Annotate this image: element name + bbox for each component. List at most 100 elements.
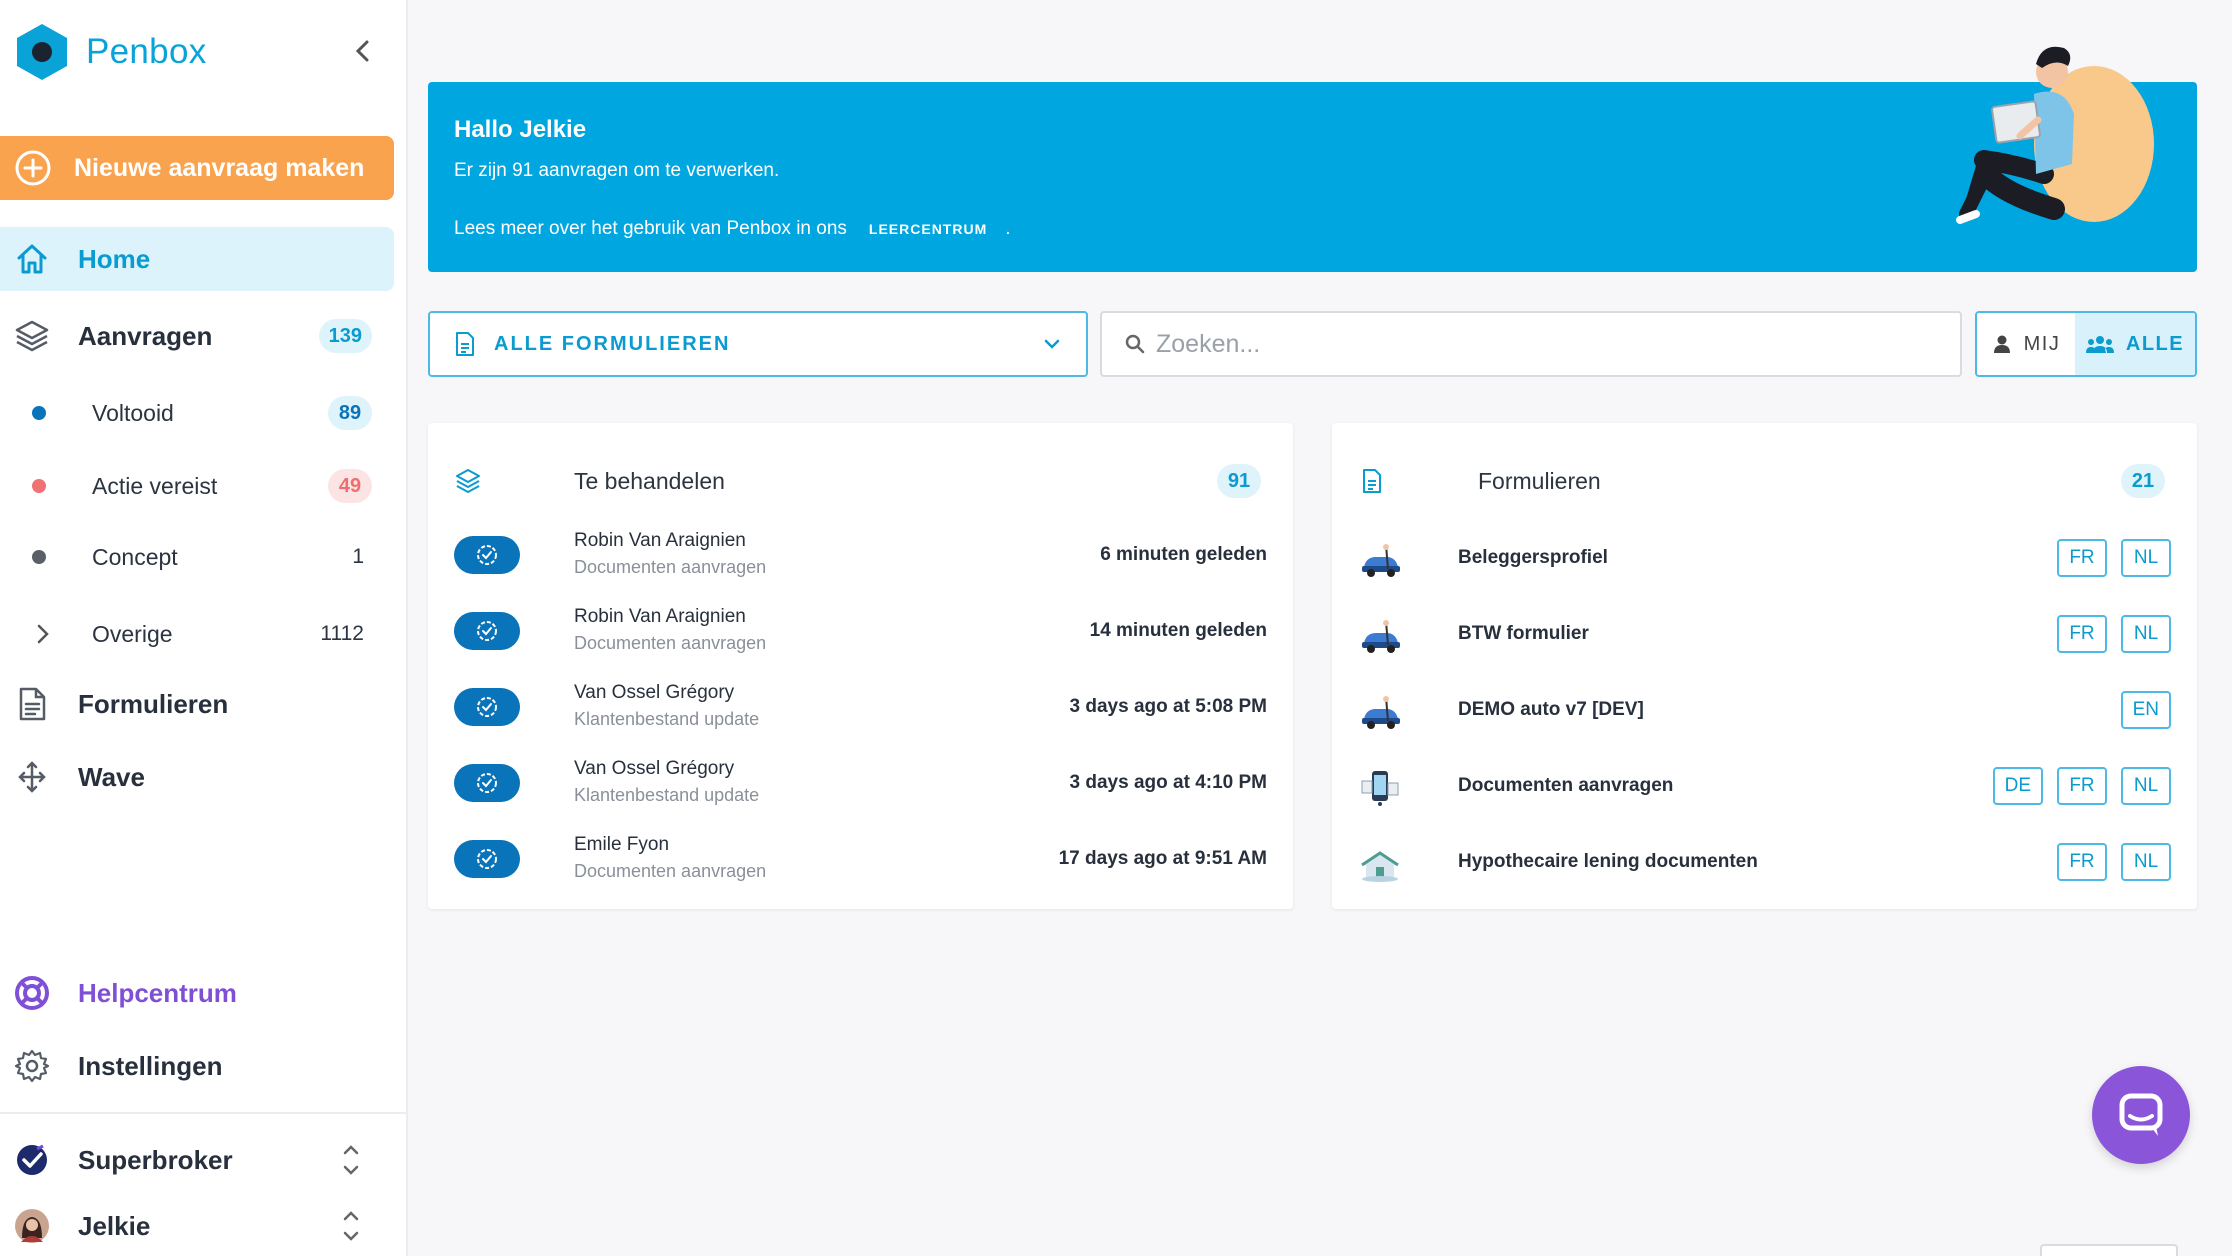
count-badge: 49	[328, 469, 372, 503]
new-request-button[interactable]: Nieuwe aanvraag maken	[0, 136, 394, 200]
nav-requests[interactable]: Aanvragen 139	[0, 306, 394, 366]
form-title[interactable]: Documenten aanvragen	[1458, 775, 1673, 797]
sidebar-divider	[0, 1112, 408, 1114]
to-handle-header: Te behandelen 91	[454, 457, 1261, 505]
learn-more-text: Lees meer over het gebruik van Penbox in…	[454, 218, 1011, 240]
form-name: Documenten aanvragen	[574, 633, 767, 653]
toggle-me[interactable]: MIJ	[1977, 313, 2075, 375]
status-check-icon	[454, 840, 520, 878]
list-item: Beleggersprofiel FR NL	[1358, 529, 2171, 589]
sidebar-item-overige[interactable]: Overige 1112	[0, 604, 394, 664]
lang-button-nl[interactable]: NL	[2121, 767, 2171, 805]
status-dot-action-required	[32, 479, 46, 493]
form-title[interactable]: BTW formulier	[1458, 623, 1589, 645]
language-buttons: FR NL	[2057, 539, 2171, 577]
greeting: Hallo Jelkie	[454, 116, 587, 143]
requester-name: Emile Fyon	[574, 834, 670, 855]
bottom-edge-tab[interactable]	[2040, 1244, 2178, 1256]
document-icon	[456, 332, 474, 356]
user-switcher[interactable]: Jelkie	[0, 1196, 394, 1256]
sidebar-item-voltooid[interactable]: Voltooid 89	[0, 383, 394, 443]
lang-button-nl[interactable]: NL	[2121, 843, 2171, 881]
nav-wave[interactable]: Wave	[0, 747, 394, 807]
learning-center-link[interactable]: LEERCENTRUM	[869, 221, 987, 237]
penbox-logo-icon	[17, 24, 67, 80]
requester-name: Robin Van Araignien	[574, 606, 746, 627]
lifebuoy-icon	[14, 975, 50, 1011]
list-item: Documenten aanvragen DE FR NL	[1358, 757, 2171, 817]
language-buttons: FR NL	[2057, 615, 2171, 653]
toggle-all-label: ALLE	[2125, 332, 2185, 355]
forms-count-badge: 21	[2121, 464, 2165, 498]
request-time: 3 days ago at 4:10 PM	[1069, 772, 1267, 793]
lang-button-de[interactable]: DE	[1992, 767, 2043, 805]
sidebar-item-concept[interactable]: Concept 1	[0, 527, 394, 587]
car-form-icon	[1362, 544, 1400, 577]
count-text: 1	[352, 545, 364, 568]
car-form-icon	[1362, 696, 1400, 729]
lang-button-fr[interactable]: FR	[2057, 539, 2107, 577]
sidebar: Penbox Nieuwe aanvraag maken Home Aanvra…	[0, 0, 408, 1256]
document-icon	[1363, 469, 1381, 493]
collapse-sidebar-button[interactable]	[346, 34, 380, 68]
count-text: 1112	[320, 622, 364, 645]
car-form-icon	[1362, 620, 1400, 653]
table-row[interactable]: Van Ossel Grégory Klantenbestand update …	[454, 678, 1267, 748]
table-row[interactable]: Emile Fyon Documenten aanvragen 17 days …	[454, 830, 1267, 900]
table-row[interactable]: Van Ossel Grégory Klantenbestand update …	[454, 754, 1267, 824]
search-input[interactable]	[1156, 329, 1936, 359]
sidebar-item-actie-vereist[interactable]: Actie vereist 49	[0, 456, 394, 516]
lang-button-fr[interactable]: FR	[2057, 843, 2107, 881]
pending-requests-text: Er zijn 91 aanvragen om te verwerken.	[454, 160, 780, 181]
nav-forms-label: Formulieren	[78, 688, 229, 719]
owner-filter-toggle: MIJ ALLE	[1975, 311, 2197, 377]
sidebar-item-label: Overige	[92, 620, 173, 647]
house-mortgage-icon	[1361, 851, 1399, 882]
new-request-label: Nieuwe aanvraag maken	[74, 153, 365, 182]
form-name: Klantenbestand update	[574, 785, 760, 805]
layers-icon	[456, 469, 480, 493]
form-title[interactable]: Hypothecaire lening documenten	[1458, 851, 1758, 873]
requests-count-badge: 139	[318, 319, 372, 353]
table-row[interactable]: Robin Van Araignien Documenten aanvragen…	[454, 602, 1267, 672]
organization-switcher[interactable]: Superbroker	[0, 1130, 394, 1190]
sidebar-item-label: Actie vereist	[92, 472, 218, 499]
nav-settings[interactable]: Instellingen	[0, 1036, 394, 1096]
requester-name: Van Ossel Grégory	[574, 682, 735, 703]
brand[interactable]: Penbox	[14, 22, 207, 82]
form-name: Klantenbestand update	[574, 709, 760, 729]
sidebar-item-label: Voltooid	[92, 399, 174, 426]
toggle-all[interactable]: ALLE	[2075, 313, 2195, 375]
form-title[interactable]: DEMO auto v7 [DEV]	[1458, 699, 1644, 721]
chevron-down-icon	[1044, 339, 1060, 349]
list-item: Hypothecaire lening documenten FR NL	[1358, 833, 2171, 893]
nav-requests-label: Aanvragen	[78, 320, 213, 351]
requester-name: Robin Van Araignien	[574, 530, 746, 551]
person-on-beanbag-illustration	[1956, 46, 2154, 224]
users-icon	[2085, 336, 2114, 353]
nav-forms[interactable]: Formulieren	[0, 674, 394, 734]
chat-support-button[interactable]	[2092, 1066, 2190, 1164]
to-handle-count-badge: 91	[1217, 464, 1261, 498]
nav-home[interactable]: Home	[0, 227, 394, 291]
lang-button-nl[interactable]: NL	[2121, 539, 2171, 577]
learn-more-suffix: .	[1005, 218, 1011, 239]
request-time: 17 days ago at 9:51 AM	[1058, 848, 1267, 869]
lang-button-fr[interactable]: FR	[2057, 615, 2107, 653]
request-time: 6 minuten geleden	[1100, 544, 1267, 565]
lang-button-fr[interactable]: FR	[2057, 767, 2107, 805]
nav-help-center[interactable]: Helpcentrum	[0, 963, 394, 1023]
form-name: Documenten aanvragen	[574, 861, 767, 881]
form-filter-value: ALLE FORMULIEREN	[494, 332, 731, 355]
status-check-icon	[454, 536, 520, 574]
lang-button-nl[interactable]: NL	[2121, 615, 2171, 653]
count-badge: 89	[328, 396, 372, 430]
table-row[interactable]: Robin Van Araignien Documenten aanvragen…	[454, 526, 1267, 596]
forms-card: Formulieren 21 Beleggersprofiel FR NL BT…	[1332, 423, 2197, 909]
form-filter-select[interactable]: ALLE FORMULIEREN	[428, 311, 1088, 377]
lang-button-en[interactable]: EN	[2120, 691, 2171, 729]
form-title[interactable]: Beleggersprofiel	[1458, 547, 1608, 569]
nav-wave-label: Wave	[78, 761, 145, 792]
organization-label: Superbroker	[78, 1144, 233, 1175]
list-item: DEMO auto v7 [DEV] EN	[1358, 681, 2171, 741]
